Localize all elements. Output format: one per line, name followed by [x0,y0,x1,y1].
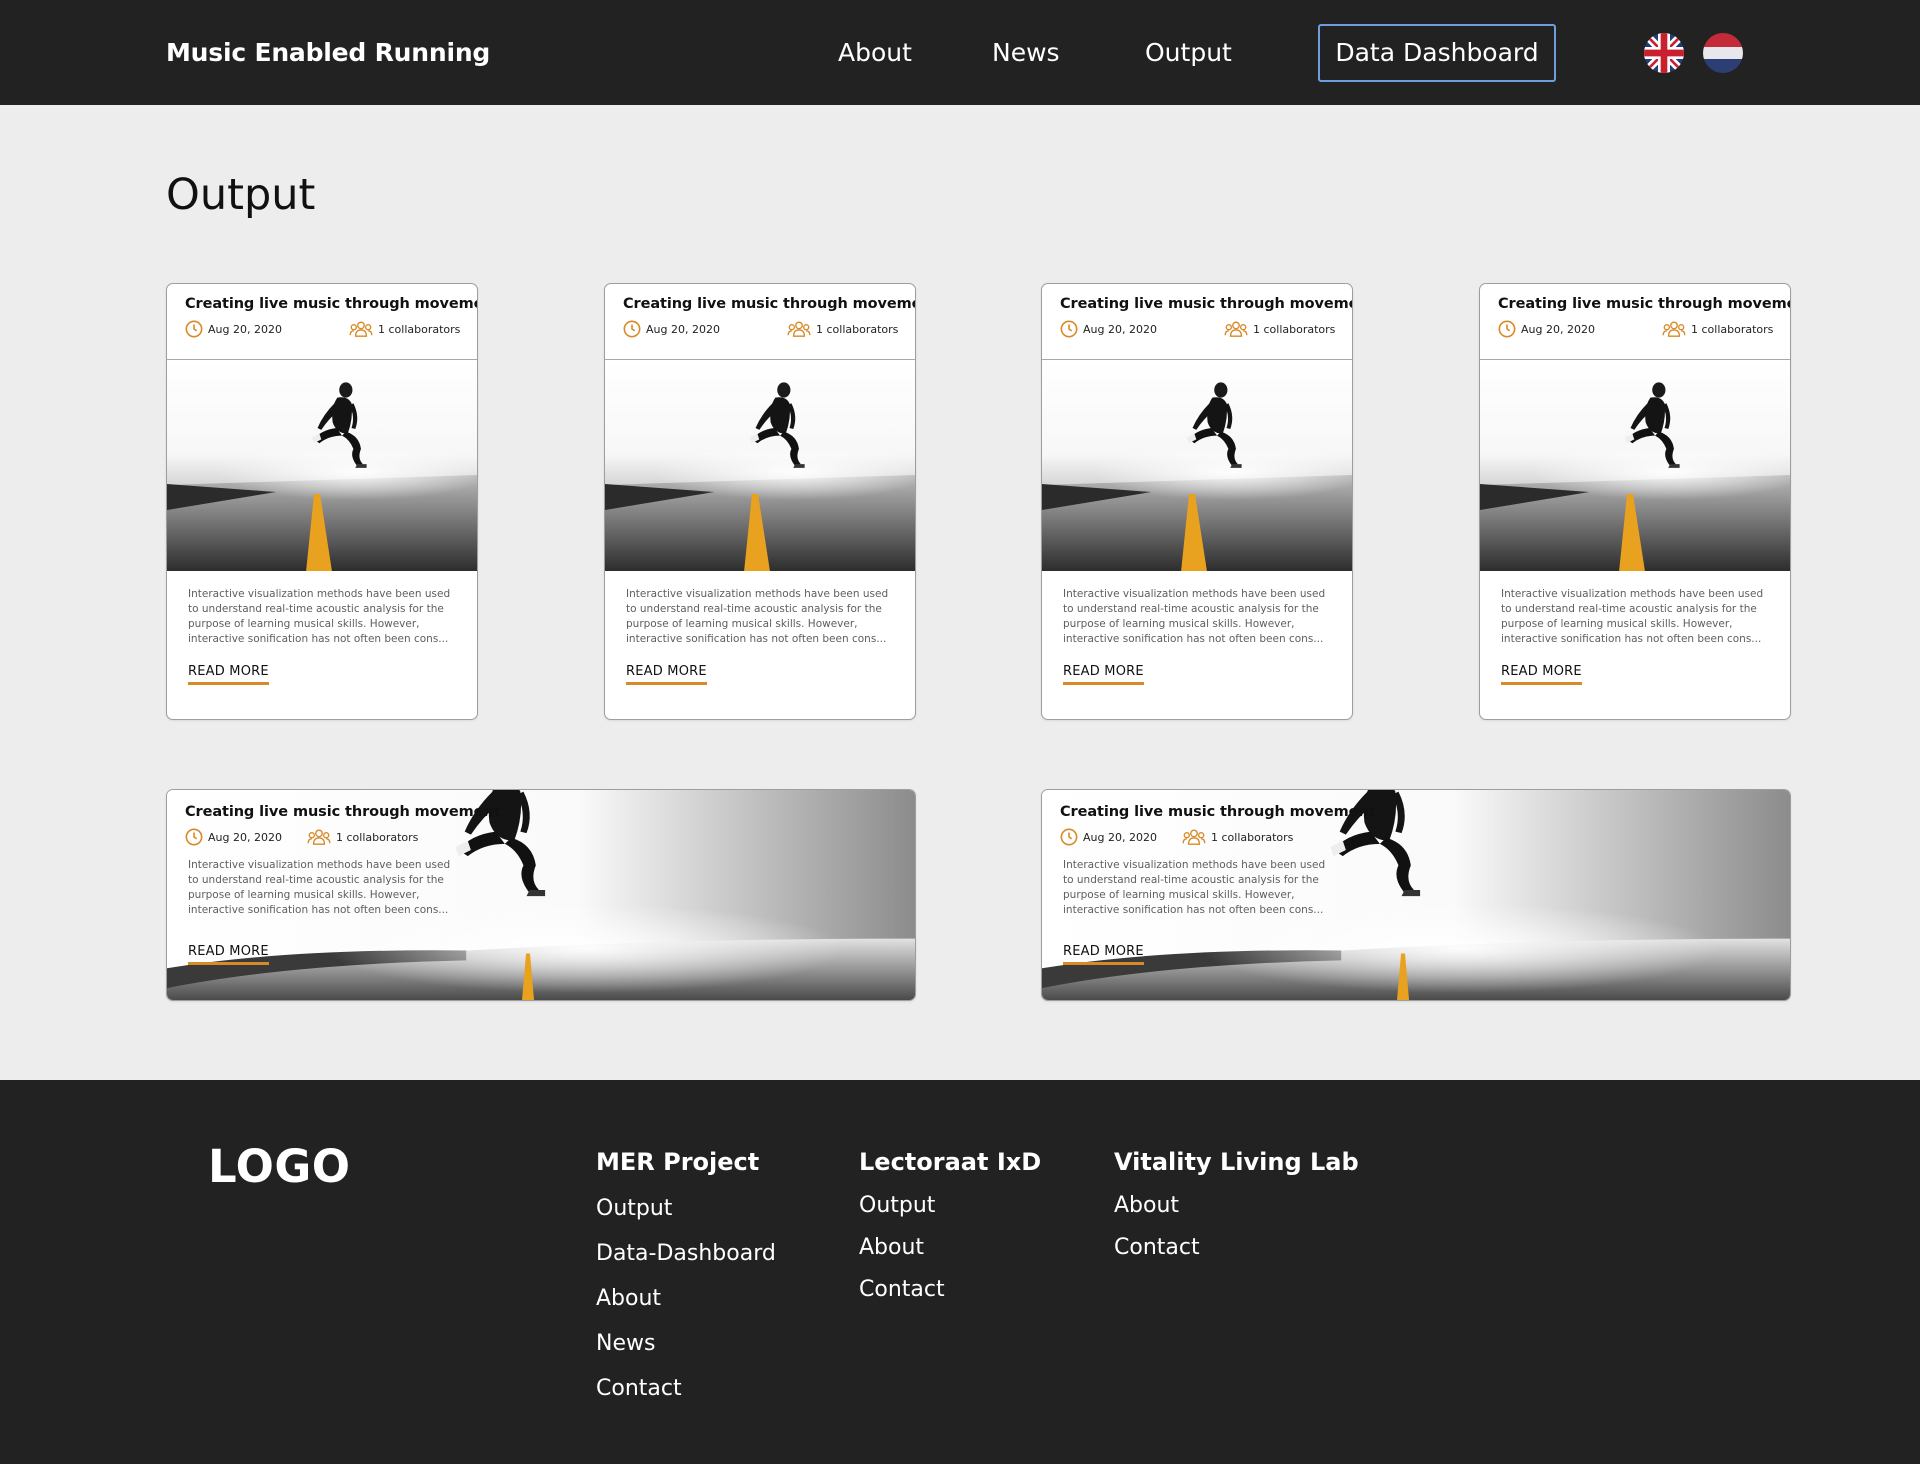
footer-heading: Lectoraat IxD [859,1148,1042,1176]
card-date: Aug 20, 2020 [185,320,282,338]
output-card[interactable]: Creating live music through movement Aug… [1479,283,1791,720]
footer-column-mer-project: MER Project Output Data-Dashboard About … [596,1148,776,1401]
output-card-wide[interactable]: Creating live music through movement Aug… [166,789,916,1001]
card-description: Interactive visualization methods have b… [188,588,451,645]
footer-heading: MER Project [596,1148,760,1176]
nl-flag-icon[interactable] [1703,33,1743,73]
read-more-link[interactable]: READ MORE [188,944,269,965]
card-description: Interactive visualization methods have b… [1501,588,1764,645]
footer-column-lectoraat-ixd: Lectoraat IxD Output About Contact [859,1148,1041,1302]
card-title[interactable]: Creating live music through movement [623,296,915,312]
read-more-link[interactable]: READ MORE [1063,944,1144,965]
site-footer: LOGO MER Project Output Data-Dashboard A… [0,1080,1920,1464]
top-navbar: Music Enabled Running About News Output … [0,0,1920,105]
output-card[interactable]: Creating live music through movement Aug… [604,283,916,720]
card-collaborators: 1 collaborators [349,320,460,338]
card-header: Creating live music through movement Aug… [1042,284,1352,360]
card-title[interactable]: Creating live music through movement [1060,804,1376,820]
read-more-link[interactable]: READ MORE [1501,664,1582,685]
users-icon [1662,321,1686,337]
card-date: Aug 20, 2020 [1060,320,1157,338]
nav-news[interactable]: News [992,38,1060,67]
card-header: Creating live music through movement Aug… [1480,284,1790,360]
card-collaborators: 1 collaborators [787,320,898,338]
card-collaborators: 1 collaborators [1662,320,1773,338]
output-card[interactable]: Creating live music through movement Aug… [1041,283,1353,720]
output-card-wide[interactable]: Creating live music through movement Aug… [1041,789,1791,1001]
site-brand[interactable]: Music Enabled Running [166,38,490,67]
data-dashboard-button[interactable]: Data Dashboard [1318,24,1556,82]
clock-icon [1060,320,1078,338]
clock-icon [1060,828,1078,846]
users-icon [349,321,373,337]
card-date: Aug 20, 2020 [1060,828,1157,846]
card-title[interactable]: Creating live music through movement [185,804,501,820]
read-more-link[interactable]: READ MORE [626,664,707,685]
users-icon [307,829,331,845]
read-more-link[interactable]: READ MORE [1063,664,1144,685]
uk-flag-icon[interactable] [1644,33,1684,73]
clock-icon [185,320,203,338]
footer-link-contact[interactable]: Contact [1114,1235,1359,1260]
footer-link-output[interactable]: Output [859,1193,1041,1218]
footer-link-contact[interactable]: Contact [859,1277,1041,1302]
footer-link-output[interactable]: Output [596,1196,776,1221]
clock-icon [185,828,203,846]
footer-heading: Vitality Living Lab [1114,1148,1359,1176]
card-image [1042,360,1352,571]
clock-icon [1498,320,1516,338]
card-image [167,360,477,571]
output-card[interactable]: Creating live music through movement Aug… [166,283,478,720]
read-more-link[interactable]: READ MORE [188,664,269,685]
card-image [605,360,915,571]
page-title: Output [166,170,316,220]
card-collaborators: 1 collaborators [1224,320,1335,338]
card-description: Interactive visualization methods have b… [626,588,889,645]
footer-link-news[interactable]: News [596,1331,776,1356]
card-date: Aug 20, 2020 [185,828,282,846]
card-title[interactable]: Creating live music through movement [1060,296,1352,312]
card-description: Interactive visualization methods have b… [188,859,451,916]
footer-column-vitality-living-lab: Vitality Living Lab About Contact [1114,1148,1359,1260]
card-date: Aug 20, 2020 [623,320,720,338]
card-collaborators: 1 collaborators [307,828,418,846]
footer-link-about[interactable]: About [859,1235,1041,1260]
footer-link-about[interactable]: About [1114,1193,1359,1218]
footer-link-data-dashboard[interactable]: Data-Dashboard [596,1241,776,1266]
users-icon [1224,321,1248,337]
clock-icon [623,320,641,338]
footer-link-about[interactable]: About [596,1286,776,1311]
nav-about[interactable]: About [838,38,912,67]
card-title[interactable]: Creating live music through movement [1498,296,1790,312]
nav-output[interactable]: Output [1145,38,1232,67]
footer-logo[interactable]: LOGO [208,1140,351,1193]
card-header: Creating live music through movement Aug… [167,284,477,360]
card-header: Creating live music through movement Aug… [605,284,915,360]
footer-link-contact[interactable]: Contact [596,1376,776,1401]
card-image [1480,360,1790,571]
card-collaborators: 1 collaborators [1182,828,1293,846]
card-description: Interactive visualization methods have b… [1063,588,1326,645]
card-title[interactable]: Creating live music through movement [185,296,477,312]
users-icon [787,321,811,337]
users-icon [1182,829,1206,845]
card-description: Interactive visualization methods have b… [1063,859,1326,916]
card-date: Aug 20, 2020 [1498,320,1595,338]
